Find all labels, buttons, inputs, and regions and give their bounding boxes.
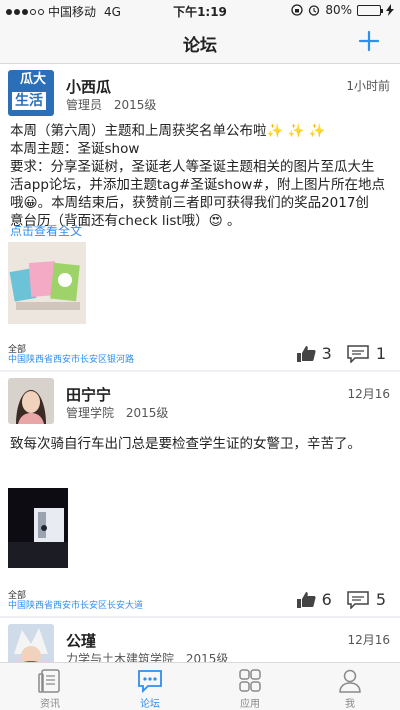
avatar-logo-top: 瓜大 bbox=[20, 72, 47, 87]
tab-label: 论坛 bbox=[140, 699, 160, 710]
post-body[interactable]: 致每次骑自行车出门总是要检查学生证的女警卫，辛苦了。 bbox=[10, 435, 390, 453]
post-card[interactable]: 公瑾 力学与土木建筑学院 2015级 12月16 bbox=[0, 618, 400, 662]
post-time: 12月16 bbox=[347, 387, 390, 401]
nav-bar: 论坛 bbox=[0, 20, 400, 64]
author-grade: 2015级 bbox=[185, 652, 229, 662]
post-body[interactable]: 本周（第六周）主题和上周获奖名单公布啦✨ ✨ ✨ 本周主题：圣诞show 要求：… bbox=[10, 122, 390, 230]
plus-icon bbox=[358, 30, 380, 52]
tab-me[interactable]: 我 bbox=[300, 663, 400, 710]
comment-button[interactable]: 1 bbox=[346, 344, 386, 363]
tab-label: 资讯 bbox=[40, 699, 60, 710]
comment-count: 1 bbox=[375, 344, 386, 363]
comment-count: 5 bbox=[375, 590, 386, 609]
like-count: 3 bbox=[321, 344, 332, 363]
comment-icon bbox=[347, 344, 369, 363]
read-more-link[interactable]: 点击查看全文 bbox=[10, 222, 82, 239]
avatar-logo-bottom: 生活 bbox=[12, 92, 46, 110]
post-card[interactable]: 瓜大 生活 小西瓜 管理员 2015级 1小时前 本周（第六周）主题和上周获奖名… bbox=[0, 64, 400, 370]
avatar[interactable] bbox=[8, 624, 54, 662]
charging-icon bbox=[386, 4, 394, 16]
location-label: 全部 bbox=[8, 345, 27, 355]
like-button[interactable]: 3 bbox=[296, 344, 332, 363]
night-gate-photo bbox=[8, 488, 68, 568]
tab-apps[interactable]: 应用 bbox=[200, 663, 300, 710]
alarm-icon bbox=[309, 5, 320, 16]
post-line: 活app论坛，并添加主题tag#圣诞show#，附上图片所在地点 bbox=[10, 177, 386, 193]
author-grade: 2015级 bbox=[125, 406, 169, 420]
forum-icon bbox=[138, 670, 162, 694]
author-name[interactable]: 公瑾 bbox=[66, 630, 96, 651]
rotation-lock-icon bbox=[291, 4, 303, 16]
tab-label: 我 bbox=[345, 699, 355, 710]
post-actions: 3 1 bbox=[296, 344, 386, 363]
avatar-photo bbox=[8, 378, 54, 424]
post-image[interactable] bbox=[8, 488, 68, 568]
like-count: 6 bbox=[321, 590, 332, 609]
avatar-photo bbox=[8, 624, 54, 662]
page-title: 论坛 bbox=[183, 36, 217, 56]
avatar[interactable]: 瓜大 生活 bbox=[8, 70, 54, 116]
author-name[interactable]: 田宁宁 bbox=[66, 384, 111, 405]
news-icon bbox=[38, 669, 60, 693]
post-line: 致每次骑自行车出门总是要检查学生证的女警卫，辛苦了。 bbox=[10, 436, 361, 452]
location-link[interactable]: 中国陕西省西安市长安区银河路 bbox=[8, 355, 134, 365]
avatar[interactable] bbox=[8, 378, 54, 424]
author-meta: 管理员 2015级 bbox=[66, 96, 156, 113]
tab-label: 应用 bbox=[240, 699, 260, 710]
author-role: 管理学院 bbox=[66, 406, 115, 420]
tab-bar: 资讯 论坛 应用 我 bbox=[0, 662, 400, 710]
location-link[interactable]: 中国陕西省西安市长安区长安大道 bbox=[8, 601, 143, 611]
comment-icon bbox=[347, 590, 369, 609]
thumbs-up-icon bbox=[296, 345, 316, 362]
author-name[interactable]: 小西瓜 bbox=[66, 76, 111, 97]
calendar-photo bbox=[8, 242, 86, 324]
add-post-button[interactable] bbox=[354, 26, 384, 56]
comment-button[interactable]: 5 bbox=[346, 590, 386, 609]
tab-news[interactable]: 资讯 bbox=[0, 663, 100, 710]
author-meta: 力学与土木建筑学院 2015级 bbox=[66, 650, 228, 662]
battery-percent: 80% bbox=[325, 3, 352, 17]
forum-feed[interactable]: 瓜大 生活 小西瓜 管理员 2015级 1小时前 本周（第六周）主题和上周获奖名… bbox=[0, 64, 400, 662]
author-grade: 2015级 bbox=[113, 98, 157, 112]
thumbs-up-icon bbox=[296, 591, 316, 608]
post-time: 12月16 bbox=[347, 633, 390, 647]
post-card[interactable]: 田宁宁 管理学院 2015级 12月16 致每次骑自行车出门总是要检查学生证的女… bbox=[0, 372, 400, 616]
post-time: 1小时前 bbox=[346, 79, 390, 93]
post-line: 本周（第六周）主题和上周获奖名单公布啦✨ ✨ ✨ bbox=[10, 123, 326, 139]
location-label: 全部 bbox=[8, 591, 27, 601]
status-bar: 中国移动 4G 下午1:19 80% bbox=[0, 0, 400, 20]
like-button[interactable]: 6 bbox=[296, 590, 332, 609]
post-actions: 6 5 bbox=[296, 590, 386, 609]
post-line: 要求：分享圣诞树，圣诞老人等圣诞主题相关的图片至瓜大生 bbox=[10, 159, 375, 175]
post-image[interactable] bbox=[8, 242, 86, 324]
profile-icon bbox=[339, 669, 361, 693]
post-line: 哦😀。本周结束后，获赞前三者即可获得我们的奖品2017创 bbox=[10, 195, 369, 211]
post-line: 本周主题：圣诞show bbox=[10, 141, 140, 157]
author-role: 力学与土木建筑学院 bbox=[66, 652, 175, 662]
tab-forum[interactable]: 论坛 bbox=[100, 663, 200, 710]
apps-grid-icon bbox=[239, 669, 261, 692]
battery-icon bbox=[357, 4, 383, 16]
author-meta: 管理学院 2015级 bbox=[66, 404, 168, 421]
author-role: 管理员 bbox=[66, 98, 103, 112]
